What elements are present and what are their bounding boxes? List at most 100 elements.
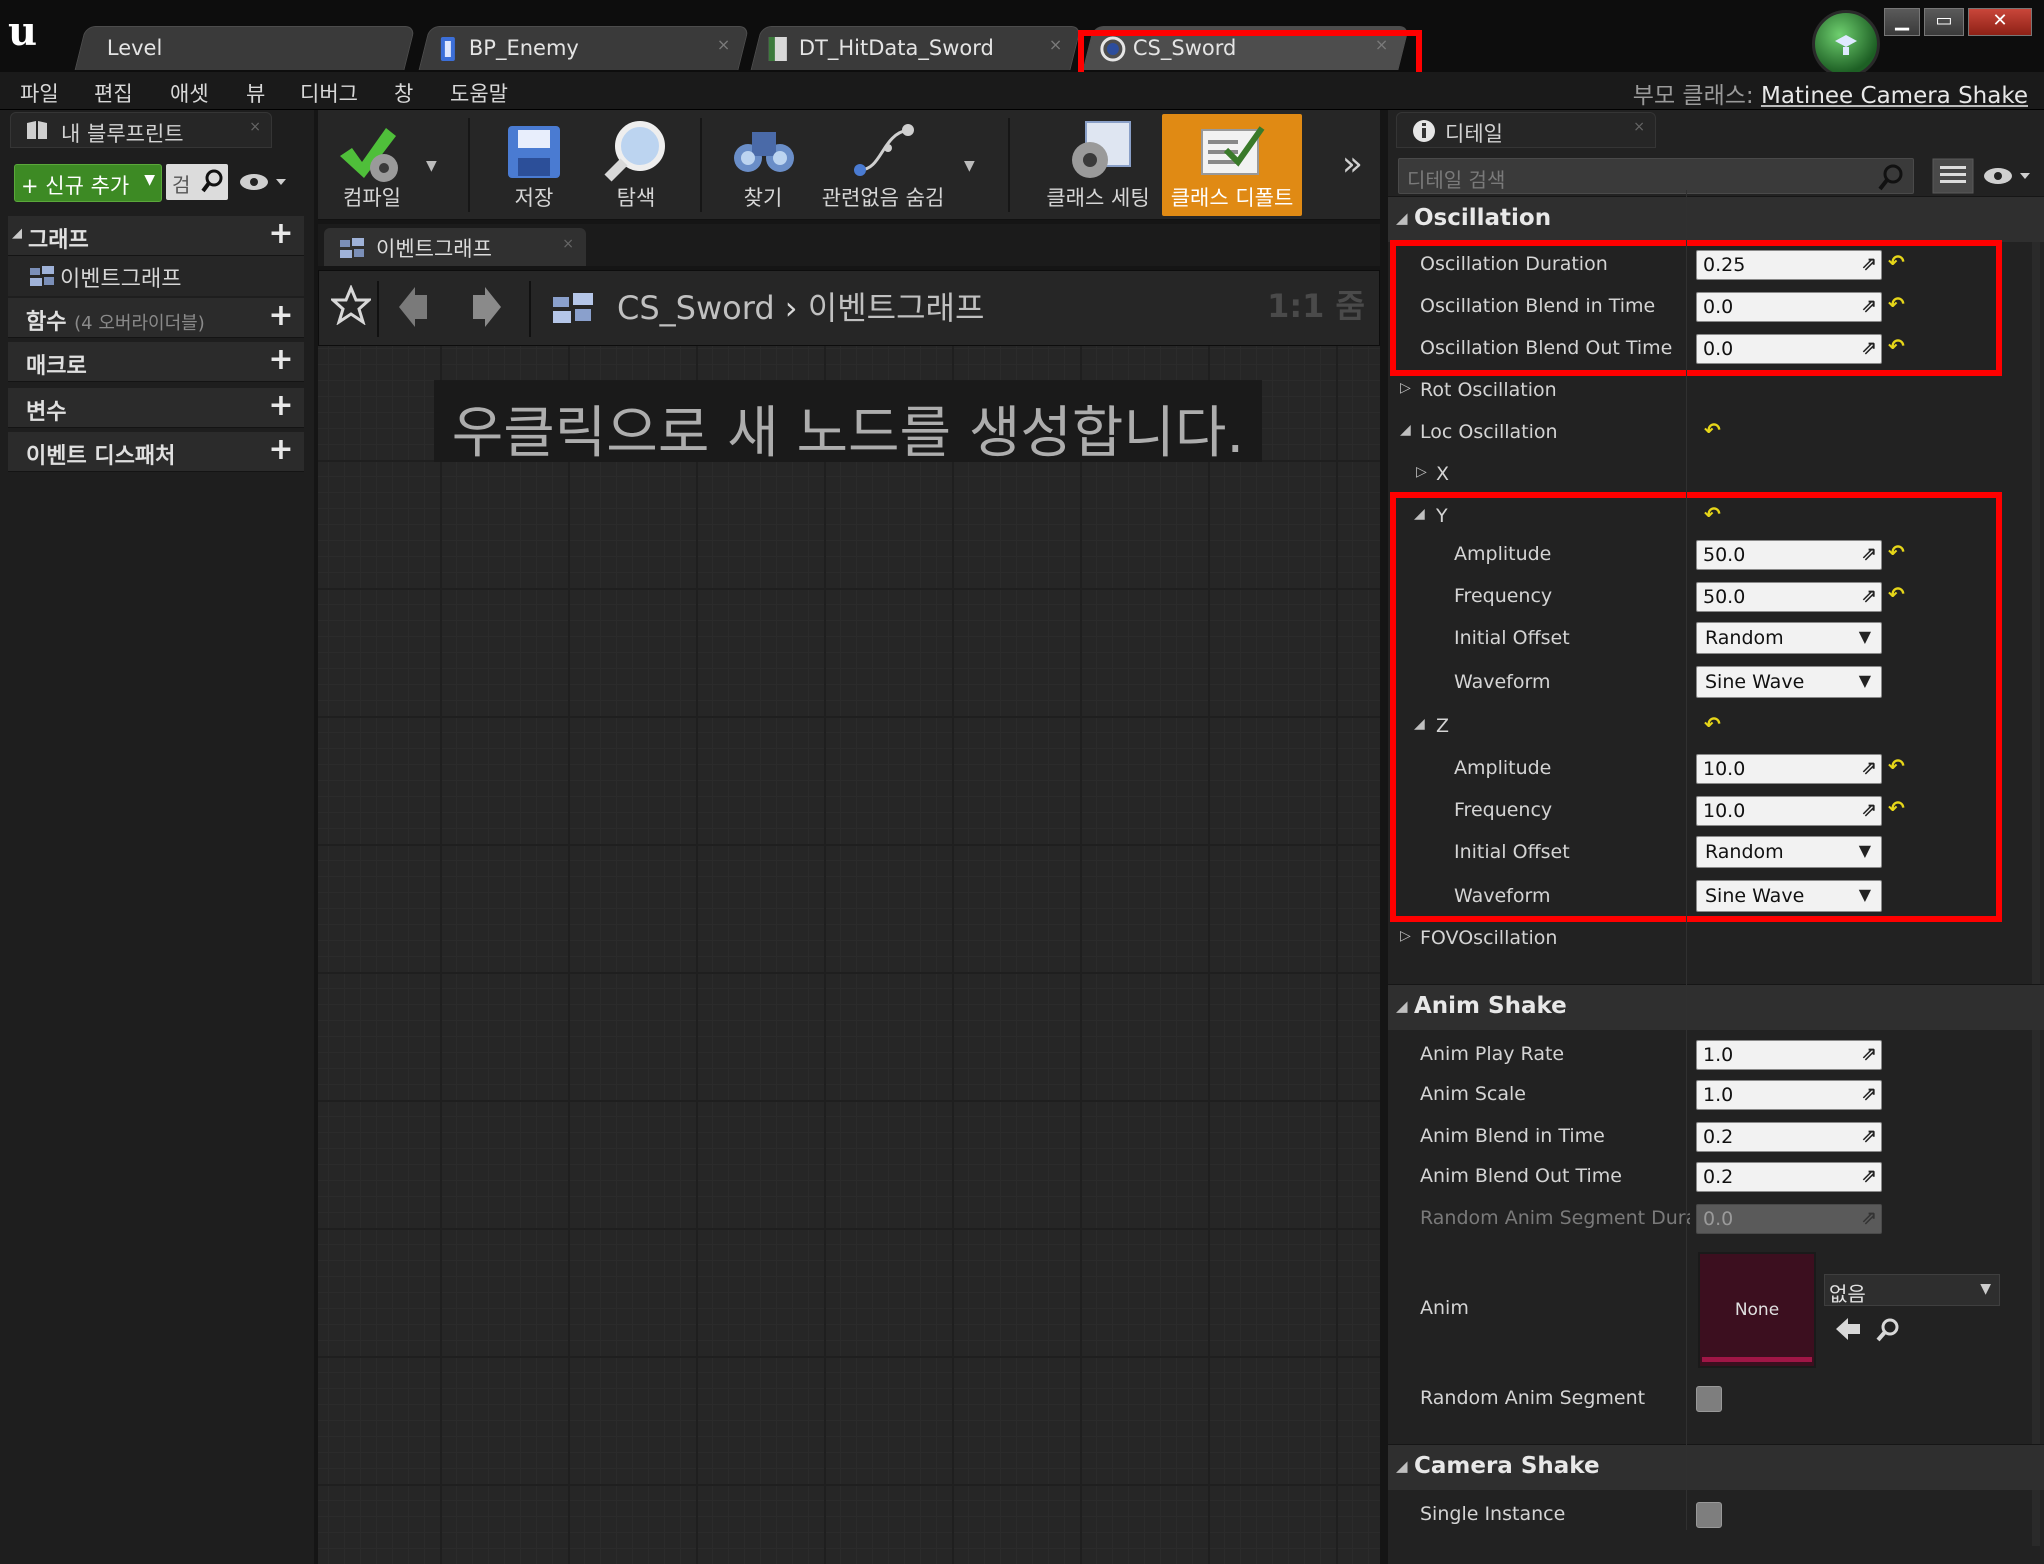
anim-blend-out-field[interactable]: 0.2 ⇗ — [1696, 1162, 1882, 1192]
close-icon[interactable]: × — [249, 119, 261, 135]
tab-level[interactable]: Level — [74, 26, 416, 70]
compile-options-chevron-icon[interactable]: ▼ — [426, 158, 437, 174]
field-value: 1.0 — [1703, 1084, 1734, 1106]
add-new-label: + 신규 추가 — [21, 174, 130, 198]
tab-bp-enemy[interactable]: BP_Enemy × — [418, 26, 750, 70]
property-label: Anim Blend Out Time — [1420, 1165, 1622, 1187]
header-separator — [377, 281, 379, 337]
collapse-arrow-icon: ◢ — [1396, 997, 1408, 1015]
overridable-count: (4 오버라이더블) — [74, 313, 205, 334]
toolbar-label: 컴파일 — [343, 186, 401, 210]
property-rot-oscillation[interactable]: ▷ Rot Oscillation — [1388, 370, 2044, 412]
field-value: 0.0 — [1703, 1208, 1734, 1230]
property-label: Random Anim Segment — [1420, 1387, 1646, 1409]
menu-help[interactable]: 도움말 — [450, 78, 508, 108]
hide-unrelated-options-chevron-icon[interactable]: ▼ — [964, 158, 975, 174]
property-column-divider[interactable] — [1686, 190, 1687, 1530]
binoculars-icon — [730, 122, 798, 186]
forward-arrow-icon[interactable] — [469, 287, 505, 331]
add-variable-button[interactable]: + — [266, 391, 296, 422]
anim-asset-thumbnail[interactable]: None — [1698, 1252, 1816, 1368]
class-defaults-icon — [1196, 120, 1268, 188]
category-camera-shake[interactable]: ◢ Camera Shake — [1388, 1444, 2044, 1490]
list-item-label: 이벤트그래프 — [60, 267, 182, 292]
add-macro-button[interactable]: + — [266, 345, 296, 376]
anim-scale-field[interactable]: 1.0 ⇗ — [1696, 1080, 1882, 1110]
add-graph-button[interactable]: + — [266, 219, 296, 250]
graph-canvas[interactable] — [318, 346, 1380, 1564]
breadcrumb-leaf[interactable]: 이벤트그래프 — [808, 289, 985, 327]
close-icon[interactable]: × — [562, 236, 574, 252]
add-new-button[interactable]: + 신규 추가 ▼ — [14, 164, 162, 202]
eye-icon[interactable] — [1980, 164, 2034, 196]
tab-my-blueprint[interactable]: 내 블루프린트 × — [10, 112, 272, 148]
class-defaults-button[interactable]: 클래스 디폴트 — [1162, 114, 1302, 216]
category-variables[interactable]: 변수 + — [8, 388, 304, 428]
random-anim-segment-checkbox[interactable] — [1696, 1386, 1722, 1412]
property-matrix-icon[interactable] — [1932, 158, 1974, 198]
category-macros[interactable]: 매크로 + — [8, 342, 304, 382]
learning-badge-icon[interactable] — [1812, 10, 1880, 78]
property-loc-oscillation[interactable]: ◢ Loc Oscillation ↶ — [1388, 412, 2044, 454]
hide-unrelated-button[interactable]: 관련없음 숨김 — [806, 114, 960, 216]
category-label: Camera Shake — [1414, 1453, 1600, 1479]
browse-button[interactable]: 탐색 — [584, 114, 688, 216]
close-icon[interactable]: × — [717, 35, 730, 54]
event-graph-icon — [338, 236, 366, 264]
breadcrumb-root[interactable]: CS_Sword — [617, 289, 775, 327]
toolbar-overflow-icon[interactable]: » — [1342, 144, 1363, 184]
star-icon[interactable] — [329, 284, 373, 329]
parent-class-link[interactable]: Matinee Camera Shake — [1761, 83, 2028, 109]
menu-window[interactable]: 창 — [394, 78, 413, 108]
add-event-dispatcher-button[interactable]: + — [266, 435, 296, 466]
menu-edit[interactable]: 편집 — [94, 78, 133, 108]
category-label: Oscillation — [1414, 205, 1552, 231]
property-random-anim-segment-duration: Random Anim Segment Duratio 0.0 ⇗ — [1388, 1198, 2044, 1240]
reset-to-default-icon[interactable]: ↶ — [1704, 418, 1721, 442]
toolbar-label: 클래스 디폴트 — [1170, 186, 1294, 210]
browse-asset-icon[interactable] — [1874, 1316, 1902, 1348]
add-function-button[interactable]: + — [266, 301, 296, 332]
tab-dt-hitdata-sword[interactable]: DT_HitData_Sword × — [750, 26, 1082, 70]
tab-event-graph[interactable]: 이벤트그래프 × — [324, 228, 586, 266]
property-loc-x[interactable]: ▷ X — [1388, 454, 2044, 496]
eye-icon[interactable] — [236, 168, 290, 200]
back-arrow-icon[interactable] — [397, 287, 433, 331]
category-functions[interactable]: 함수 (4 오버라이더블) + — [8, 298, 304, 338]
menu-debug[interactable]: 디버그 — [300, 78, 358, 108]
minimize-button[interactable]: ▁ — [1884, 8, 1920, 36]
blueprint-search-input[interactable]: 검 — [166, 164, 228, 200]
list-item-event-graph[interactable]: 이벤트그래프 — [8, 256, 304, 296]
category-event-dispatchers[interactable]: 이벤트 디스패처 + — [8, 432, 304, 472]
panel-tab-label: 디테일 — [1445, 122, 1503, 146]
category-graphs[interactable]: ◢ 그래프 + — [8, 216, 304, 256]
category-anim-shake[interactable]: ◢ Anim Shake — [1388, 984, 2044, 1030]
close-icon[interactable]: × — [1633, 119, 1645, 135]
unreal-logo-icon[interactable]: u — [8, 8, 48, 56]
close-window-button[interactable]: ✕ — [1968, 8, 2032, 36]
property-fov-oscillation[interactable]: ▷ FOVOscillation — [1388, 918, 2044, 960]
maximize-button[interactable]: ▭ — [1924, 8, 1964, 36]
anim-asset-picker[interactable]: 없음 ▼ — [1824, 1274, 2000, 1306]
details-search-input[interactable]: 디테일 검색 — [1398, 158, 1914, 194]
highlight-box — [1390, 492, 2002, 922]
anim-blend-in-field[interactable]: 0.2 ⇗ — [1696, 1122, 1882, 1152]
book-icon — [25, 119, 49, 145]
search-icon — [1877, 162, 1905, 196]
anim-play-rate-field[interactable]: 1.0 ⇗ — [1696, 1040, 1882, 1070]
category-label: Anim Shake — [1414, 993, 1567, 1019]
use-selected-arrow-icon[interactable] — [1834, 1316, 1862, 1346]
collapse-arrow-icon: ◢ — [12, 226, 22, 241]
property-label: Anim Scale — [1420, 1083, 1526, 1105]
category-oscillation[interactable]: ◢ Oscillation — [1388, 196, 2044, 242]
menu-asset[interactable]: 애셋 — [170, 78, 209, 108]
menu-view[interactable]: 뷰 — [246, 78, 265, 108]
compile-button[interactable]: 컴파일 — [322, 114, 422, 216]
close-icon[interactable]: × — [1049, 35, 1062, 54]
single-instance-checkbox[interactable] — [1696, 1502, 1722, 1528]
find-button[interactable]: 찾기 — [716, 114, 810, 216]
menu-file[interactable]: 파일 — [20, 78, 59, 108]
save-button[interactable]: 저장 — [486, 114, 582, 216]
tab-details[interactable]: 디테일 × — [1396, 112, 1656, 148]
class-settings-button[interactable]: 클래스 세팅 — [1024, 114, 1172, 216]
